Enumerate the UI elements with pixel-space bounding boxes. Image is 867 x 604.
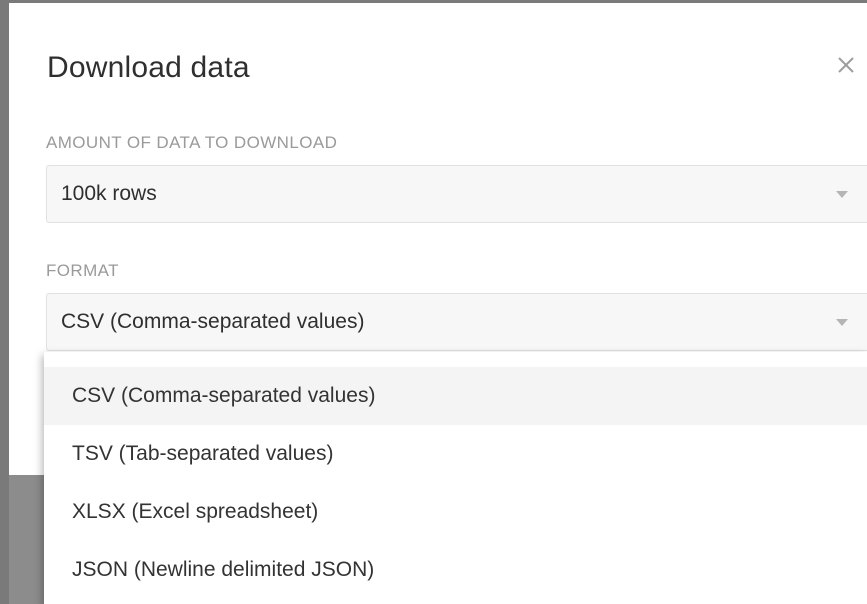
- close-icon: [831, 50, 861, 80]
- amount-select[interactable]: 100k rows: [46, 165, 867, 223]
- format-select[interactable]: CSV (Comma-separated values): [46, 293, 867, 351]
- amount-select-value: 100k rows: [61, 182, 157, 205]
- format-select-value: CSV (Comma-separated values): [61, 310, 365, 333]
- format-option-tsv[interactable]: TSV (Tab-separated values): [44, 425, 867, 483]
- option-label: TSV (Tab-separated values): [72, 442, 334, 465]
- screen: Download data AMOUNT OF DATA TO DOWNLOAD…: [0, 0, 867, 604]
- format-option-xlsx[interactable]: XLSX (Excel spreadsheet): [44, 483, 867, 541]
- option-label: JSON (Newline delimited JSON): [72, 558, 375, 581]
- dialog-title: Download data: [47, 51, 250, 84]
- window-edge-left: [0, 0, 9, 604]
- format-option-csv[interactable]: CSV (Comma-separated values): [44, 367, 867, 425]
- format-option-json[interactable]: JSON (Newline delimited JSON): [44, 541, 867, 599]
- option-label: XLSX (Excel spreadsheet): [72, 500, 319, 523]
- format-label: FORMAT: [46, 261, 119, 280]
- format-dropdown-list: CSV (Comma-separated values) TSV (Tab-se…: [44, 352, 867, 604]
- option-label: CSV (Comma-separated values): [72, 384, 376, 407]
- caret-down-icon: [835, 190, 849, 200]
- caret-down-icon: [835, 318, 849, 328]
- close-button[interactable]: [831, 50, 861, 80]
- modal-backdrop[interactable]: [9, 475, 49, 604]
- amount-label: AMOUNT OF DATA TO DOWNLOAD: [46, 133, 338, 152]
